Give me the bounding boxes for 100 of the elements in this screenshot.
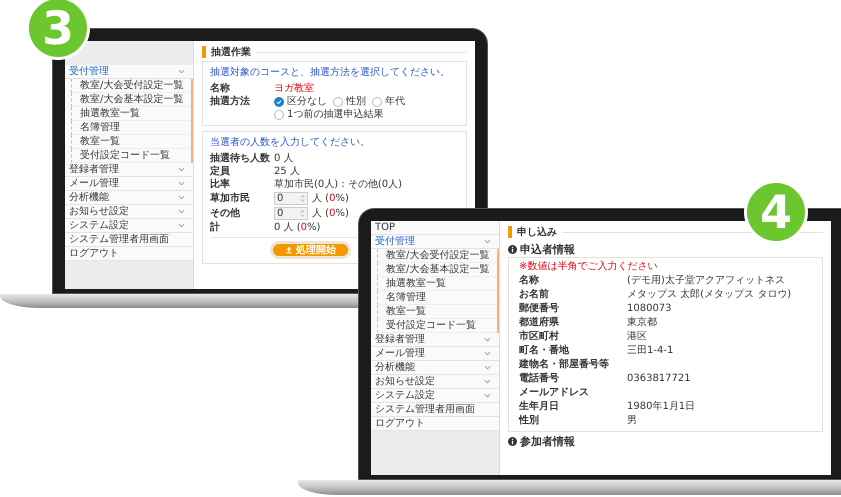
field-label: 抽選方法 <box>210 95 251 108</box>
chevron-down-icon <box>178 167 185 172</box>
page-title: 抽選作業 <box>211 46 251 59</box>
section-heading: 申込者情報 <box>520 242 575 256</box>
sidebar-item[interactable]: ログアウト <box>65 247 193 261</box>
step-badge: 4 <box>744 180 808 244</box>
sidebar-subitem[interactable]: 教室/大会受付設定一覧 <box>377 249 497 263</box>
sidebar-item[interactable]: システム設定 <box>65 219 193 233</box>
field-label: メールアドレス <box>519 386 590 400</box>
check-icon <box>275 98 283 106</box>
chevron-down-icon <box>484 351 491 356</box>
spinner-icon <box>300 209 305 218</box>
sidebar-item[interactable]: 分析機能 <box>371 361 499 375</box>
radio-button[interactable] <box>274 110 284 120</box>
number-field[interactable]: 0 <box>274 207 308 220</box>
field-label: 町名・番地 <box>519 344 570 358</box>
field-value: 男 <box>627 414 637 428</box>
accent-bar <box>202 46 206 58</box>
sidebar-item[interactable]: システム管理者用画面 <box>65 233 193 247</box>
upload-icon <box>285 246 293 254</box>
chevron-down-icon <box>484 379 491 384</box>
field-value: 港区 <box>627 330 647 344</box>
chevron-down-icon <box>178 69 185 74</box>
sidebar-item[interactable]: 受付管理 <box>371 235 499 249</box>
sidebar-item[interactable]: ログアウト <box>371 417 499 431</box>
info-icon <box>508 436 517 446</box>
sidebar-subitem[interactable]: 教室一覧 <box>377 305 497 319</box>
instruction-text: 当選者の人数を入力してください。 <box>210 136 371 149</box>
field-label: 抽選待ち人数 <box>210 152 271 165</box>
sidebar-item[interactable]: 受付管理 <box>65 65 193 79</box>
percent-text: 0 人 (0%) <box>274 221 320 234</box>
field-label: 郵便番号 <box>519 302 560 316</box>
sidebar-item[interactable]: メール管理 <box>371 347 499 361</box>
field-label: 定員 <box>210 165 231 178</box>
field-label: 計 <box>210 221 221 234</box>
field-label: 草加市民 <box>210 192 251 205</box>
sidebar-subitem[interactable]: 抽選教室一覧 <box>71 107 191 121</box>
radio-label: 区分なし <box>287 95 327 108</box>
sidebar-item[interactable]: メール管理 <box>65 177 193 191</box>
radio-label: 性別 <box>346 95 366 108</box>
sidebar-subitem[interactable]: 名簿管理 <box>377 291 497 305</box>
sidebar-subitem[interactable]: 教室/大会基本設定一覧 <box>377 263 497 277</box>
field-label: 都道府県 <box>519 316 560 330</box>
sidebar-item[interactable]: 分析機能 <box>65 191 193 205</box>
field-value: (デモ用)太子堂アクアフィットネス <box>627 274 785 288</box>
field-value: 草加市民(0人) : その他(0人) <box>274 178 402 191</box>
accent-bar <box>508 226 512 238</box>
field-value: メタップス 太郎(メタップス タロウ) <box>627 288 792 302</box>
note-text: ※数値は半角でご入力ください <box>519 261 658 273</box>
field-label: 電話番号 <box>519 372 560 386</box>
radio-label: 1つ前の抽選申込結果 <box>287 108 384 121</box>
radio-button[interactable] <box>372 96 382 106</box>
field-value: 0363817721 <box>627 372 691 386</box>
number-field[interactable]: 0 <box>274 192 308 205</box>
sidebar-item[interactable]: システム設定 <box>371 389 499 403</box>
sidebar-subitem[interactable]: 教室一覧 <box>71 135 191 149</box>
info-icon <box>508 244 517 254</box>
chevron-down-icon <box>484 365 491 370</box>
sidebar-item[interactable]: システム管理者用画面 <box>371 403 499 417</box>
field-value: 25 人 <box>274 165 300 178</box>
chevron-down-icon <box>484 337 491 342</box>
section-heading: 参加者情報 <box>520 434 575 448</box>
sidebar-item[interactable]: 登録者管理 <box>371 333 499 347</box>
field-label: 生年月日 <box>519 400 560 414</box>
chevron-down-icon <box>178 181 185 186</box>
sidebar-item[interactable]: お知らせ設定 <box>65 205 193 219</box>
radio-button[interactable] <box>274 96 284 106</box>
field-label: 名称 <box>210 82 231 95</box>
field-label: 建物名・部屋番号等 <box>519 358 610 372</box>
sidebar-item[interactable]: お知らせ設定 <box>371 375 499 389</box>
sidebar-item[interactable]: TOP <box>371 221 499 235</box>
sidebar-subitem[interactable]: 名簿管理 <box>71 121 191 135</box>
course-name: ヨガ教室 <box>274 82 314 95</box>
sidebar-subitem[interactable]: 教室/大会受付設定一覧 <box>71 79 191 93</box>
chevron-down-icon <box>484 393 491 398</box>
sidebar-item[interactable]: 登録者管理 <box>65 163 193 177</box>
chevron-down-icon <box>178 223 185 228</box>
instruction-text: 抽選対象のコースと、抽選方法を選択してください。 <box>210 66 451 79</box>
chevron-down-icon <box>484 239 491 244</box>
field-label: 性別 <box>519 414 540 428</box>
field-value: 三田1-4-1 <box>627 344 674 358</box>
sidebar-subitem[interactable]: 抽選教室一覧 <box>377 277 497 291</box>
percent-text: 人 (0%) <box>312 192 349 205</box>
percent-text: 人 (0%) <box>312 207 349 220</box>
field-value: 1980年1月1日 <box>627 400 696 414</box>
field-label: 名称 <box>519 274 540 288</box>
page-title: 申し込み <box>517 226 557 239</box>
radio-label: 年代 <box>385 95 405 108</box>
field-label: お名前 <box>519 288 550 302</box>
field-value: 東京都 <box>627 316 657 330</box>
radio-button[interactable] <box>333 96 343 106</box>
field-label: 市区町村 <box>519 330 560 344</box>
sidebar-subitem[interactable]: 教室/大会基本設定一覧 <box>71 93 191 107</box>
field-label: その他 <box>210 207 241 220</box>
spinner-icon <box>300 194 305 203</box>
field-value: 0 人 <box>274 152 294 165</box>
field-label: 比率 <box>210 178 231 191</box>
chevron-down-icon <box>178 209 185 214</box>
step-badge: 3 <box>26 0 90 60</box>
chevron-down-icon <box>178 195 185 200</box>
